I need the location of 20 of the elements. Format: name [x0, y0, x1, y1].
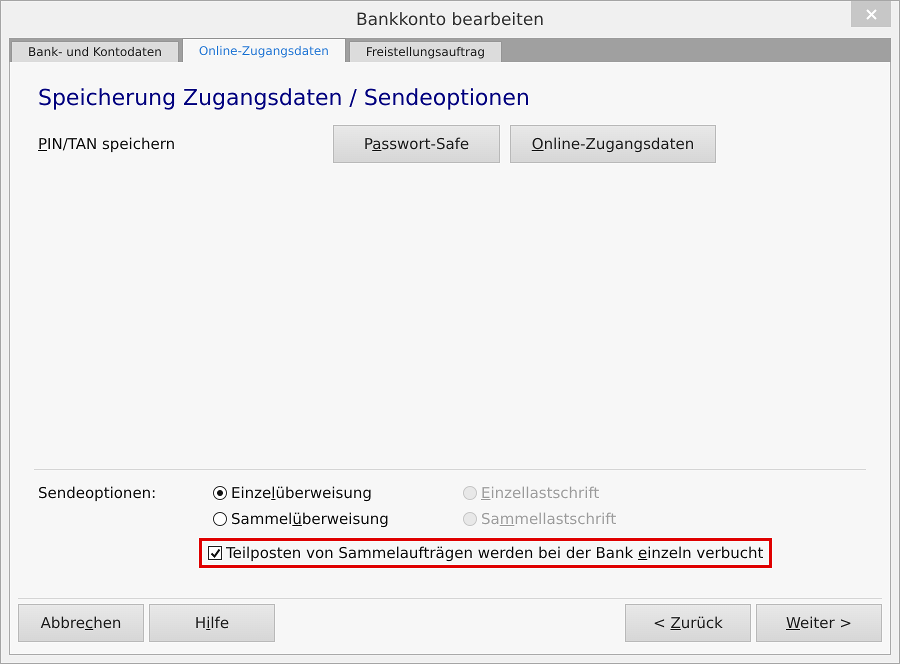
window-title: Bankkonto bearbeiten — [356, 10, 544, 30]
dialog-button[interactable]: Abbrechen — [18, 604, 144, 642]
dialog-button[interactable]: Online-Zugangsdaten — [510, 125, 716, 163]
checkbox[interactable] — [208, 546, 222, 560]
dialog-button[interactable]: Passwort-Safe — [333, 125, 500, 163]
radio-button[interactable] — [213, 486, 227, 500]
pin-tan-label: PIN/TAN speichern — [38, 135, 176, 153]
radio-option[interactable]: Einzelüberweisung — [213, 484, 463, 502]
tab[interactable]: Bank- und Kontodaten — [11, 41, 179, 62]
radio-button[interactable] — [213, 512, 227, 526]
dialog-button[interactable]: < Zurück — [625, 604, 751, 642]
close-icon — [866, 8, 876, 20]
send-options-label: Sendeoptionen: — [38, 484, 158, 502]
checkbox-option[interactable]: Teilposten von Sammelaufträgen werden bei der Bank einzeln verbucht — [199, 538, 772, 568]
tab[interactable]: Freistellungsauftrag — [348, 41, 502, 62]
dialog-button[interactable]: Weiter > — [756, 604, 882, 642]
tab[interactable]: Online-Zugangsdaten — [182, 38, 346, 62]
radio-option[interactable]: Sammelüberweisung — [213, 510, 463, 528]
dialog-button[interactable]: Hilfe — [149, 604, 275, 642]
section-heading: Speicherung Zugangsdaten / Sendeoptionen — [38, 86, 531, 111]
